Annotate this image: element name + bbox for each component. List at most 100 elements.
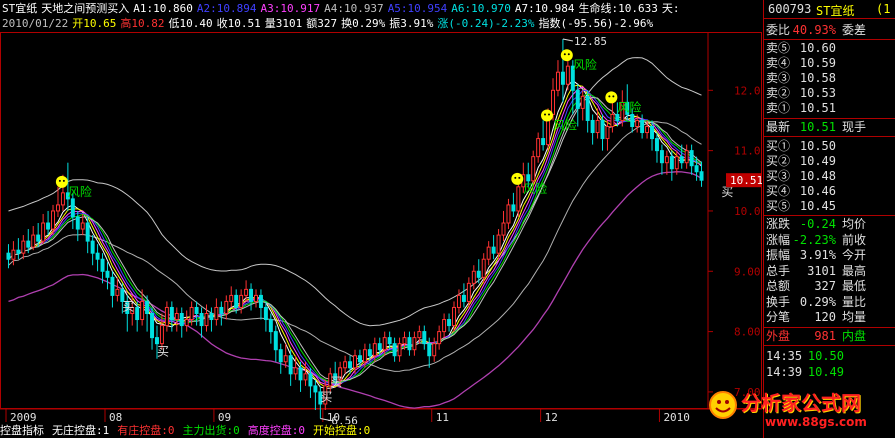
- candle-body: [313, 385, 318, 393]
- candle-body: [367, 349, 372, 357]
- candle-body: [16, 249, 21, 254]
- candle-body: [219, 306, 224, 315]
- stat-row-6-value: 120: [814, 310, 836, 324]
- stock-name: ST宜纸: [816, 4, 855, 18]
- waipan-row: 外盘 981 内盘: [764, 329, 895, 344]
- bid-row-1: 买② 10.49: [764, 154, 895, 169]
- candle-body: [392, 343, 397, 357]
- stat-row-4-label2: 最低: [842, 279, 867, 293]
- stat-row-1-value: -2.23%: [792, 232, 836, 247]
- candle-body: [516, 186, 521, 212]
- smiley-eye: [548, 113, 551, 116]
- neipan-label: 内盘: [842, 329, 867, 343]
- candle-body: [699, 171, 704, 181]
- candle-body: [263, 306, 268, 321]
- candle-body: [437, 331, 442, 345]
- stat-row-2-label: 振幅: [766, 248, 791, 262]
- bottom-bar-1: 无庄控盘:1: [52, 424, 110, 437]
- tick-price: 10.49: [807, 365, 844, 379]
- candle-body: [506, 204, 511, 224]
- smiley-eye: [567, 53, 570, 56]
- y-tick-label: 11.00: [734, 145, 762, 158]
- high-label: 12.85: [574, 35, 607, 48]
- candle-body: [432, 343, 437, 357]
- candle-body: [41, 222, 46, 242]
- candle-body: [90, 240, 95, 254]
- candle-body: [159, 325, 164, 345]
- candle-body: [531, 156, 536, 182]
- candle-body: [234, 294, 239, 308]
- quote-panel: 600793 ST宜纸 (1 委比 40.93% 委差 卖⑤ 10.60 卖④ 10.…: [763, 0, 895, 438]
- kline-chart-panel[interactable]: ST宜纸 天地之间预测买入 A1:10.860 A2:10.894 A3:10.917 A…: [0, 0, 762, 438]
- y-tick-label: 10.00: [734, 205, 762, 218]
- candle-body: [551, 89, 555, 115]
- candle-body: [353, 355, 357, 369]
- candle-body: [105, 270, 110, 278]
- bid-row-4: 买⑤ 10.45: [764, 199, 895, 214]
- annotation-buy: 买: [320, 390, 332, 404]
- candle-body: [575, 89, 580, 109]
- ask-row-0-value: 10.60: [799, 41, 836, 55]
- ask-row-1: 卖④ 10.59: [764, 56, 895, 71]
- candle-body: [135, 306, 140, 321]
- stat-row-2-value: 3.91%: [799, 248, 836, 262]
- candle-body: [442, 319, 447, 333]
- tick-row-1: 14:39 10.49: [764, 365, 895, 380]
- candle-body: [46, 222, 51, 230]
- smiley-eye: [518, 176, 521, 179]
- stat-row-3-label: 总手: [766, 263, 791, 278]
- stat-row-5: 换手 0.29% 量比: [764, 295, 895, 310]
- ask-row-2-value: 10.58: [799, 71, 836, 85]
- latest-row: 最新 10.51 现手: [764, 120, 895, 135]
- bid-row-3-value: 10.46: [799, 184, 836, 198]
- ask-row-0-label: 卖⑤: [766, 41, 791, 55]
- candle-body: [11, 249, 16, 260]
- candle-body: [417, 331, 422, 339]
- candle-body: [155, 337, 159, 345]
- candle-body: [55, 204, 60, 212]
- candle-body: [174, 313, 179, 321]
- smiley-icon: [55, 175, 68, 188]
- annotation-risk: 风险: [617, 99, 641, 114]
- stat-row-2: 振幅 3.91% 今开: [764, 248, 895, 263]
- bid-row-0: 买① 10.50: [764, 139, 895, 154]
- tick-time: 14:39: [766, 365, 803, 379]
- bid-row-1-label: 买②: [766, 154, 791, 168]
- candle-body: [397, 343, 402, 357]
- candle-body: [258, 294, 263, 308]
- tick-time: 14:35: [766, 349, 803, 363]
- candle-body: [26, 240, 31, 248]
- smiley-icon: [560, 49, 573, 62]
- candle-body: [689, 150, 694, 167]
- smiley-icon: [541, 109, 554, 122]
- candle-body: [511, 204, 516, 212]
- candle-body: [526, 174, 531, 182]
- bottom-bar-0: 控盘指标: [0, 424, 44, 437]
- candle-body: [36, 234, 41, 242]
- candle-body: [110, 276, 115, 296]
- candle-body: [412, 337, 417, 351]
- annotation-risk: 风险: [68, 184, 92, 199]
- candle-body: [343, 361, 348, 369]
- smiley-eye: [514, 176, 517, 179]
- candle-body: [650, 126, 655, 140]
- candle-body: [21, 240, 26, 254]
- candle-body: [273, 331, 278, 351]
- annotation-risk: 风险: [573, 57, 597, 72]
- ask-row-1-value: 10.59: [799, 56, 836, 70]
- candle-body: [194, 306, 199, 315]
- bottom-bar-5: 开始控盘:0: [313, 424, 371, 437]
- candle-body: [100, 258, 105, 272]
- candle-body: [491, 246, 496, 254]
- annotation-risk: 风险: [523, 181, 547, 196]
- bid-row-2-value: 10.48: [799, 169, 836, 183]
- candle-body: [278, 349, 283, 363]
- bid-row-4-label: 买⑤: [766, 199, 791, 213]
- indicator-bottom-bar: 控盘指标 无庄控盘:1 有庄控盘:0 主力出货:0 高度控盘:0 开始控盘:0: [0, 424, 762, 438]
- xianshou-label: 现手: [842, 120, 867, 134]
- high-pointer: [562, 38, 574, 42]
- candle-body: [452, 306, 456, 327]
- candle-body: [645, 126, 650, 134]
- candle-body: [229, 294, 234, 302]
- candlestick-chart[interactable]: 12.0011.0010.009.008.007.002009080910111…: [0, 0, 762, 424]
